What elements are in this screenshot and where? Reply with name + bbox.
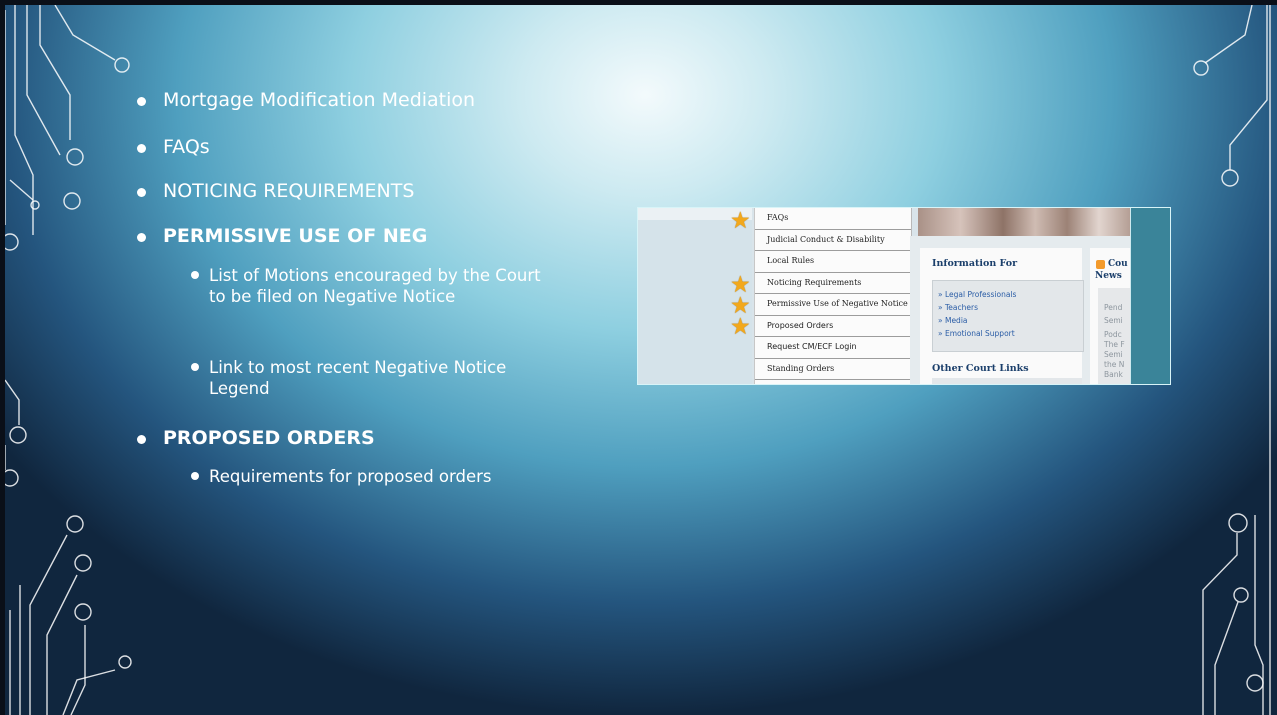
bullet-dot-icon	[137, 233, 146, 242]
bullet-text: List of Motions encouraged by the Court …	[209, 266, 541, 306]
header-photo	[918, 208, 1131, 236]
bullet-list: Mortgage Modification Mediation FAQs NOT…	[5, 5, 605, 605]
bullet-text: PROPOSED ORDERS	[163, 427, 375, 449]
bullet-text: Mortgage Modification Mediation	[163, 89, 476, 111]
menu-item-permissive-use[interactable]: Permissive Use of Negative Notice	[755, 294, 911, 316]
link-legal-professionals[interactable]: » Legal Professionals	[938, 290, 1016, 299]
website-screenshot: FAQs Judicial Conduct & Disability Local…	[637, 207, 1171, 385]
menu-item-standing-orders[interactable]: Standing Orders	[755, 359, 911, 380]
information-for-heading: Information For	[932, 258, 1018, 269]
link-emotional-support[interactable]: » Emotional Support	[938, 329, 1015, 338]
link-teachers[interactable]: » Teachers	[938, 303, 978, 312]
menu-item-local-rules[interactable]: Local Rules	[755, 251, 911, 273]
teal-sidebar	[1130, 208, 1170, 384]
news-heading-part: Cou	[1108, 259, 1128, 269]
other-court-links-box	[932, 378, 1082, 384]
sub-bullet-requirements-proposed-orders: Requirements for proposed orders	[191, 466, 549, 487]
menu-item-request-cmecf-login[interactable]: Request CM/ECF Login	[755, 337, 911, 359]
news-item[interactable]: Bank	[1104, 370, 1123, 379]
menu-item-noticing-requirements[interactable]: Noticing Requirements	[755, 273, 911, 294]
bullet-text: NOTICING REQUIREMENTS	[163, 180, 415, 202]
bullet-dot-icon	[137, 144, 146, 153]
sub-bullet-negative-notice-legend: Link to most recent Negative Notice Lege…	[191, 357, 549, 399]
link-media[interactable]: » Media	[938, 316, 968, 325]
bullet-dot-icon	[137, 188, 146, 197]
bullet-dot-icon	[191, 472, 199, 480]
menu-item-faqs[interactable]: FAQs	[755, 208, 911, 230]
bullet-faqs: FAQs	[137, 136, 210, 158]
menu-item-proposed-orders[interactable]: Proposed Orders	[755, 316, 911, 337]
sub-bullet-list-of-motions: List of Motions encouraged by the Court …	[191, 265, 549, 307]
news-heading: News	[1095, 271, 1122, 281]
bullet-dot-icon	[137, 435, 146, 444]
bullet-text: PERMISSIVE USE OF NEG	[163, 225, 428, 247]
bullet-text: Requirements for proposed orders	[209, 467, 492, 486]
bullet-text: Link to most recent Negative Notice Lege…	[209, 358, 507, 398]
news-item[interactable]: Semi	[1104, 316, 1123, 325]
bullet-noticing-requirements: NOTICING REQUIREMENTS	[137, 180, 415, 202]
news-item[interactable]: Pend	[1104, 303, 1122, 312]
bullet-proposed-orders: PROPOSED ORDERS	[137, 427, 375, 449]
slide: Mortgage Modification Mediation FAQs NOT…	[5, 5, 1277, 715]
star-icon: ★	[730, 314, 751, 340]
menu-item-judicial-conduct[interactable]: Judicial Conduct & Disability	[755, 230, 911, 251]
bullet-dot-icon	[137, 97, 146, 106]
news-item[interactable]: Semi	[1104, 350, 1123, 359]
news-item[interactable]: Podc	[1104, 330, 1122, 339]
other-court-links-heading: Other Court Links	[932, 363, 1029, 374]
news-item[interactable]: The F	[1104, 340, 1125, 349]
news-item[interactable]: the N	[1104, 360, 1124, 369]
star-icon: ★	[730, 208, 751, 234]
bullet-permissive-use: PERMISSIVE USE OF NEG	[137, 225, 428, 247]
rss-icon[interactable]	[1096, 260, 1105, 269]
bullet-dot-icon	[191, 363, 199, 371]
court-menu: FAQs Judicial Conduct & Disability Local…	[754, 208, 912, 384]
bullet-text: FAQs	[163, 136, 210, 158]
bullet-mortgage-modification: Mortgage Modification Mediation	[137, 89, 476, 111]
bullet-dot-icon	[191, 271, 199, 279]
